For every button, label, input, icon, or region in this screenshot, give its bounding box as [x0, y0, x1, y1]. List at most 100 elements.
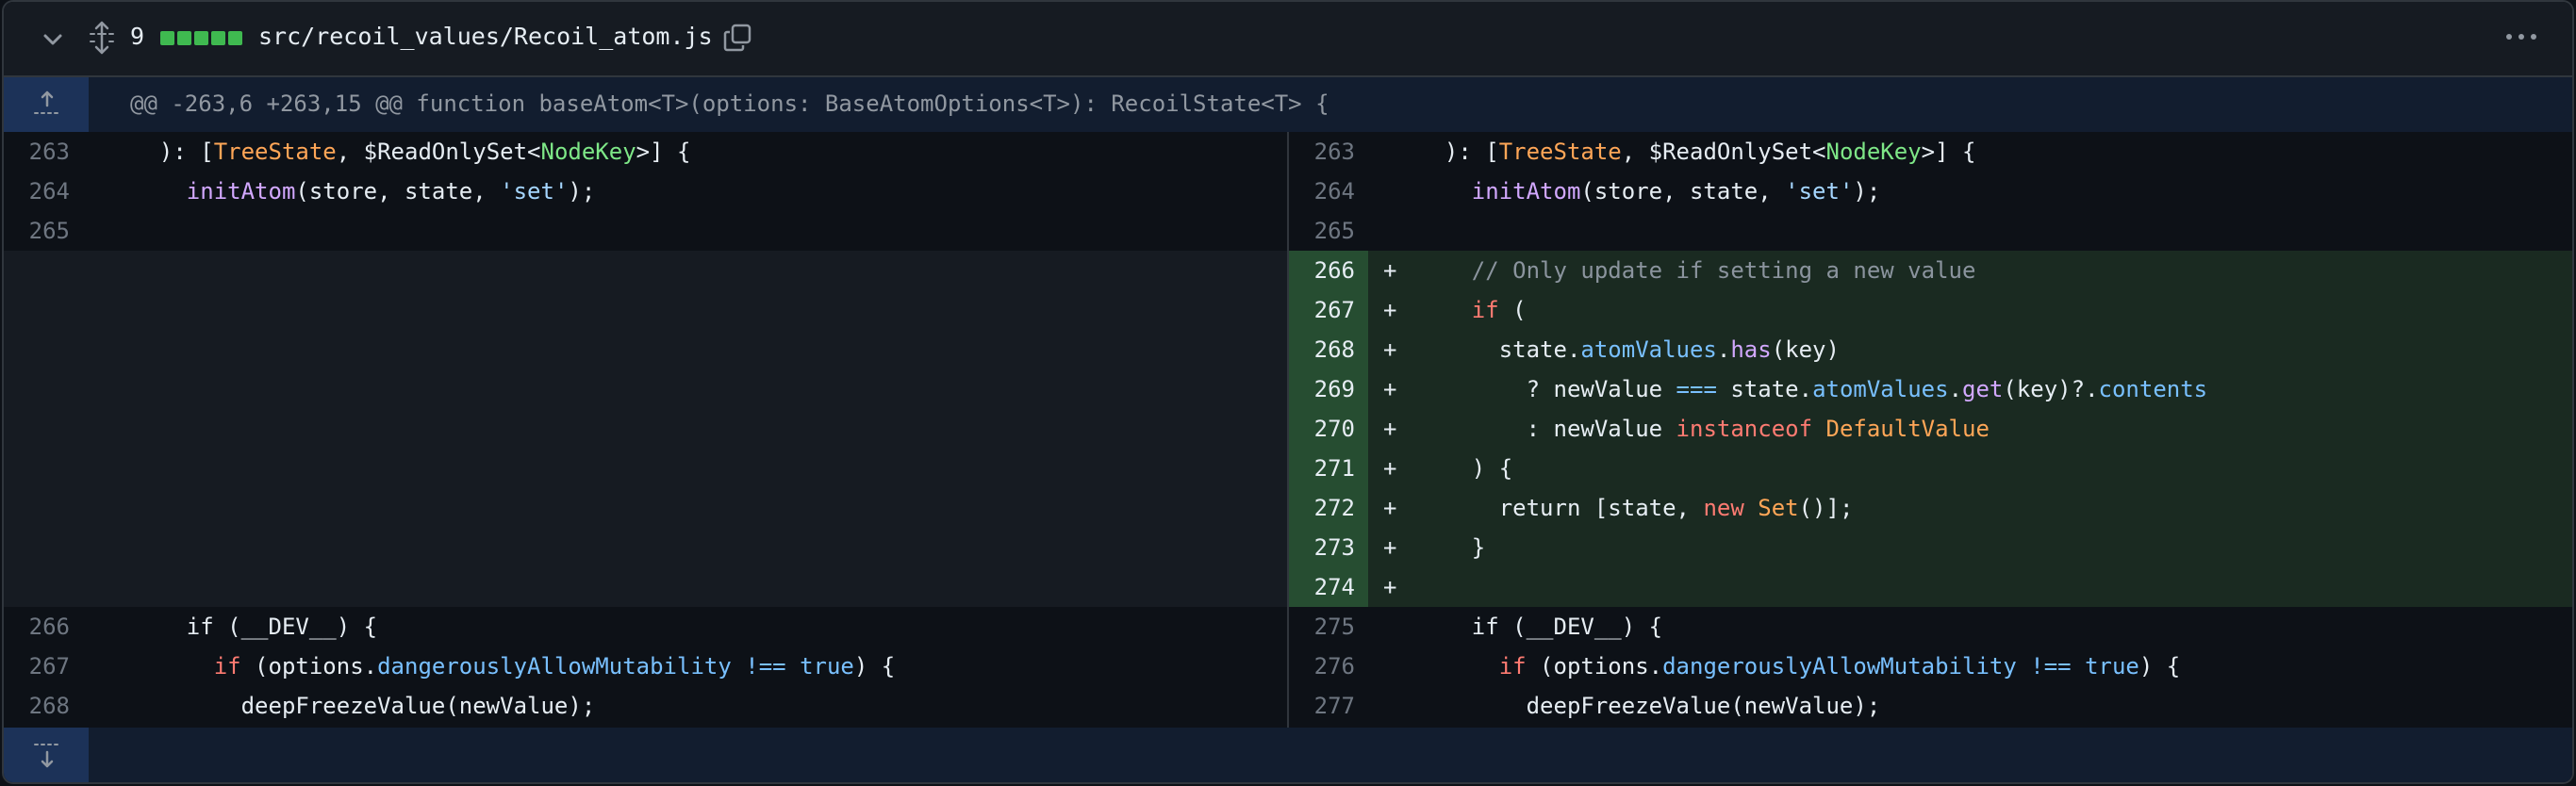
- line-number[interactable]: 267: [1289, 290, 1368, 330]
- code-text: // Only update if setting a new value: [1471, 257, 1976, 284]
- file-header: 9 src/recoil_values/Recoil_atom.js: [4, 2, 2572, 77]
- code-text: ) {: [1417, 455, 1513, 482]
- line-number[interactable]: 271: [1289, 449, 1368, 488]
- line-number[interactable]: 265: [4, 211, 83, 251]
- added-line: 271 + ) {: [1289, 449, 2572, 488]
- add-marker: +: [1383, 534, 1397, 561]
- add-marker: +: [1383, 257, 1397, 284]
- line-number[interactable]: 265: [1289, 211, 1368, 251]
- kebab-horizontal-icon[interactable]: [2504, 30, 2538, 43]
- diff-file: 9 src/recoil_values/Recoil_atom.js @@ -2…: [2, 0, 2574, 784]
- line-number[interactable]: 264: [4, 172, 83, 211]
- line-number[interactable]: 273: [1289, 528, 1368, 567]
- code-text: }: [1417, 534, 1486, 561]
- hunk-header-row: @@ -263,6 +263,15 @@ function baseAtom<T…: [4, 77, 2572, 132]
- chevron-down-icon[interactable]: [40, 26, 66, 53]
- hunk-footer-row: [4, 728, 2572, 782]
- code-text: if (options.dangerouslyAllowMutability !…: [1498, 653, 2181, 680]
- empty-line: [4, 330, 1287, 369]
- code-line: 263 ): [TreeState, $ReadOnlySet<NodeKey>…: [4, 132, 1287, 172]
- code-text: : newValue instanceof DefaultValue: [1417, 416, 1990, 442]
- code-text: return [state, new Set()];: [1417, 495, 1854, 521]
- code-line: 275 if (__DEV__) {: [1289, 607, 2572, 647]
- expand-down-button[interactable]: [4, 728, 89, 782]
- add-marker: +: [1383, 297, 1397, 323]
- add-marker: +: [1383, 495, 1397, 521]
- expand-up-button[interactable]: [4, 77, 89, 132]
- line-number[interactable]: 266: [1289, 251, 1368, 290]
- left-pane: 263 ): [TreeState, $ReadOnlySet<NodeKey>…: [4, 132, 1287, 728]
- line-number[interactable]: 263: [1289, 132, 1368, 172]
- empty-line: [4, 449, 1287, 488]
- line-number[interactable]: 275: [1289, 607, 1368, 647]
- line-number[interactable]: 268: [4, 686, 83, 726]
- line-number[interactable]: 276: [1289, 647, 1368, 686]
- line-number[interactable]: 263: [4, 132, 83, 172]
- diffstat-block: [211, 31, 225, 45]
- empty-line: [4, 290, 1287, 330]
- empty-line: [4, 567, 1287, 607]
- add-marker: +: [1383, 416, 1397, 442]
- code-line: 264 initAtom(store, state, 'set');: [4, 172, 1287, 211]
- code-line: 277 deepFreezeValue(newValue);: [1289, 686, 2572, 726]
- added-line: 272 + return [state, new Set()];: [1289, 488, 2572, 528]
- code-text: ): [TreeState, $ReadOnlySet<NodeKey>] {: [1417, 139, 1976, 165]
- code-line: 263 ): [TreeState, $ReadOnlySet<NodeKey>…: [1289, 132, 2572, 172]
- right-pane: 263 ): [TreeState, $ReadOnlySet<NodeKey>…: [1289, 132, 2572, 728]
- fold-down-icon: [34, 744, 58, 768]
- diffstat-block: [177, 31, 191, 45]
- added-line: 274 +: [1289, 567, 2572, 607]
- added-line: 270 + : newValue instanceof DefaultValue: [1289, 409, 2572, 449]
- line-number[interactable]: 270: [1289, 409, 1368, 449]
- code-text: state.atomValues.has(key): [1417, 336, 1840, 363]
- line-number[interactable]: 267: [4, 647, 83, 686]
- diffstat-block: [228, 31, 242, 45]
- code-line: 276 if (options.dangerouslyAllowMutabili…: [1289, 647, 2572, 686]
- line-number[interactable]: 264: [1289, 172, 1368, 211]
- changes-count: 9: [130, 23, 145, 50]
- added-line: 268 + state.atomValues.has(key): [1289, 330, 2572, 369]
- code-line: 268 deepFreezeValue(newValue);: [4, 686, 1287, 726]
- add-marker: +: [1383, 376, 1397, 402]
- code-line: 264 initAtom(store, state, 'set');: [1289, 172, 2572, 211]
- add-marker: +: [1383, 455, 1397, 482]
- file-path-link[interactable]: src/recoil_values/Recoil_atom.js: [258, 23, 713, 50]
- added-line: 273 + }: [1289, 528, 2572, 567]
- line-number[interactable]: 266: [4, 607, 83, 647]
- empty-line: [4, 409, 1287, 449]
- added-line: 267 + if (: [1289, 290, 2572, 330]
- line-number[interactable]: 269: [1289, 369, 1368, 409]
- line-number[interactable]: 277: [1289, 686, 1368, 726]
- code-text: if (__DEV__) {: [1417, 614, 1663, 640]
- empty-line: [4, 488, 1287, 528]
- empty-line: [4, 251, 1287, 290]
- code-text: deepFreezeValue(newValue);: [132, 693, 596, 719]
- hunk-header-text: @@ -263,6 +263,15 @@ function baseAtom<T…: [130, 90, 1329, 117]
- added-line: 269 + ? newValue === state.atomValues.ge…: [1289, 369, 2572, 409]
- empty-line: [4, 528, 1287, 567]
- code-text: if (options.dangerouslyAllowMutability !…: [213, 653, 896, 680]
- added-line: 266 + // Only update if setting a new va…: [1289, 251, 2572, 290]
- code-text: deepFreezeValue(newValue);: [1417, 693, 1881, 719]
- empty-line: [4, 369, 1287, 409]
- line-number[interactable]: 268: [1289, 330, 1368, 369]
- diffstat-bar: [160, 31, 242, 45]
- code-text: if (__DEV__) {: [132, 614, 378, 640]
- diffstat-block: [194, 31, 208, 45]
- code-line: 265: [4, 211, 1287, 251]
- code-text: ): [TreeState, $ReadOnlySet<NodeKey>] {: [132, 139, 691, 165]
- unfold-icon[interactable]: [89, 21, 115, 55]
- code-text: initAtom(store, state, 'set');: [1471, 178, 1881, 205]
- code-text: ? newValue === state.atomValues.get(key)…: [1417, 376, 2208, 402]
- add-marker: +: [1383, 574, 1397, 600]
- copy-icon[interactable]: [722, 23, 752, 53]
- code-line: 265: [1289, 211, 2572, 251]
- code-text: if (: [1471, 297, 1527, 323]
- fold-up-icon: [34, 90, 58, 114]
- line-number[interactable]: 274: [1289, 567, 1368, 607]
- diffstat-block: [160, 31, 174, 45]
- line-number[interactable]: 272: [1289, 488, 1368, 528]
- code-line: 267 if (options.dangerouslyAllowMutabili…: [4, 647, 1287, 686]
- add-marker: +: [1383, 336, 1397, 363]
- code-text: initAtom(store, state, 'set');: [186, 178, 596, 205]
